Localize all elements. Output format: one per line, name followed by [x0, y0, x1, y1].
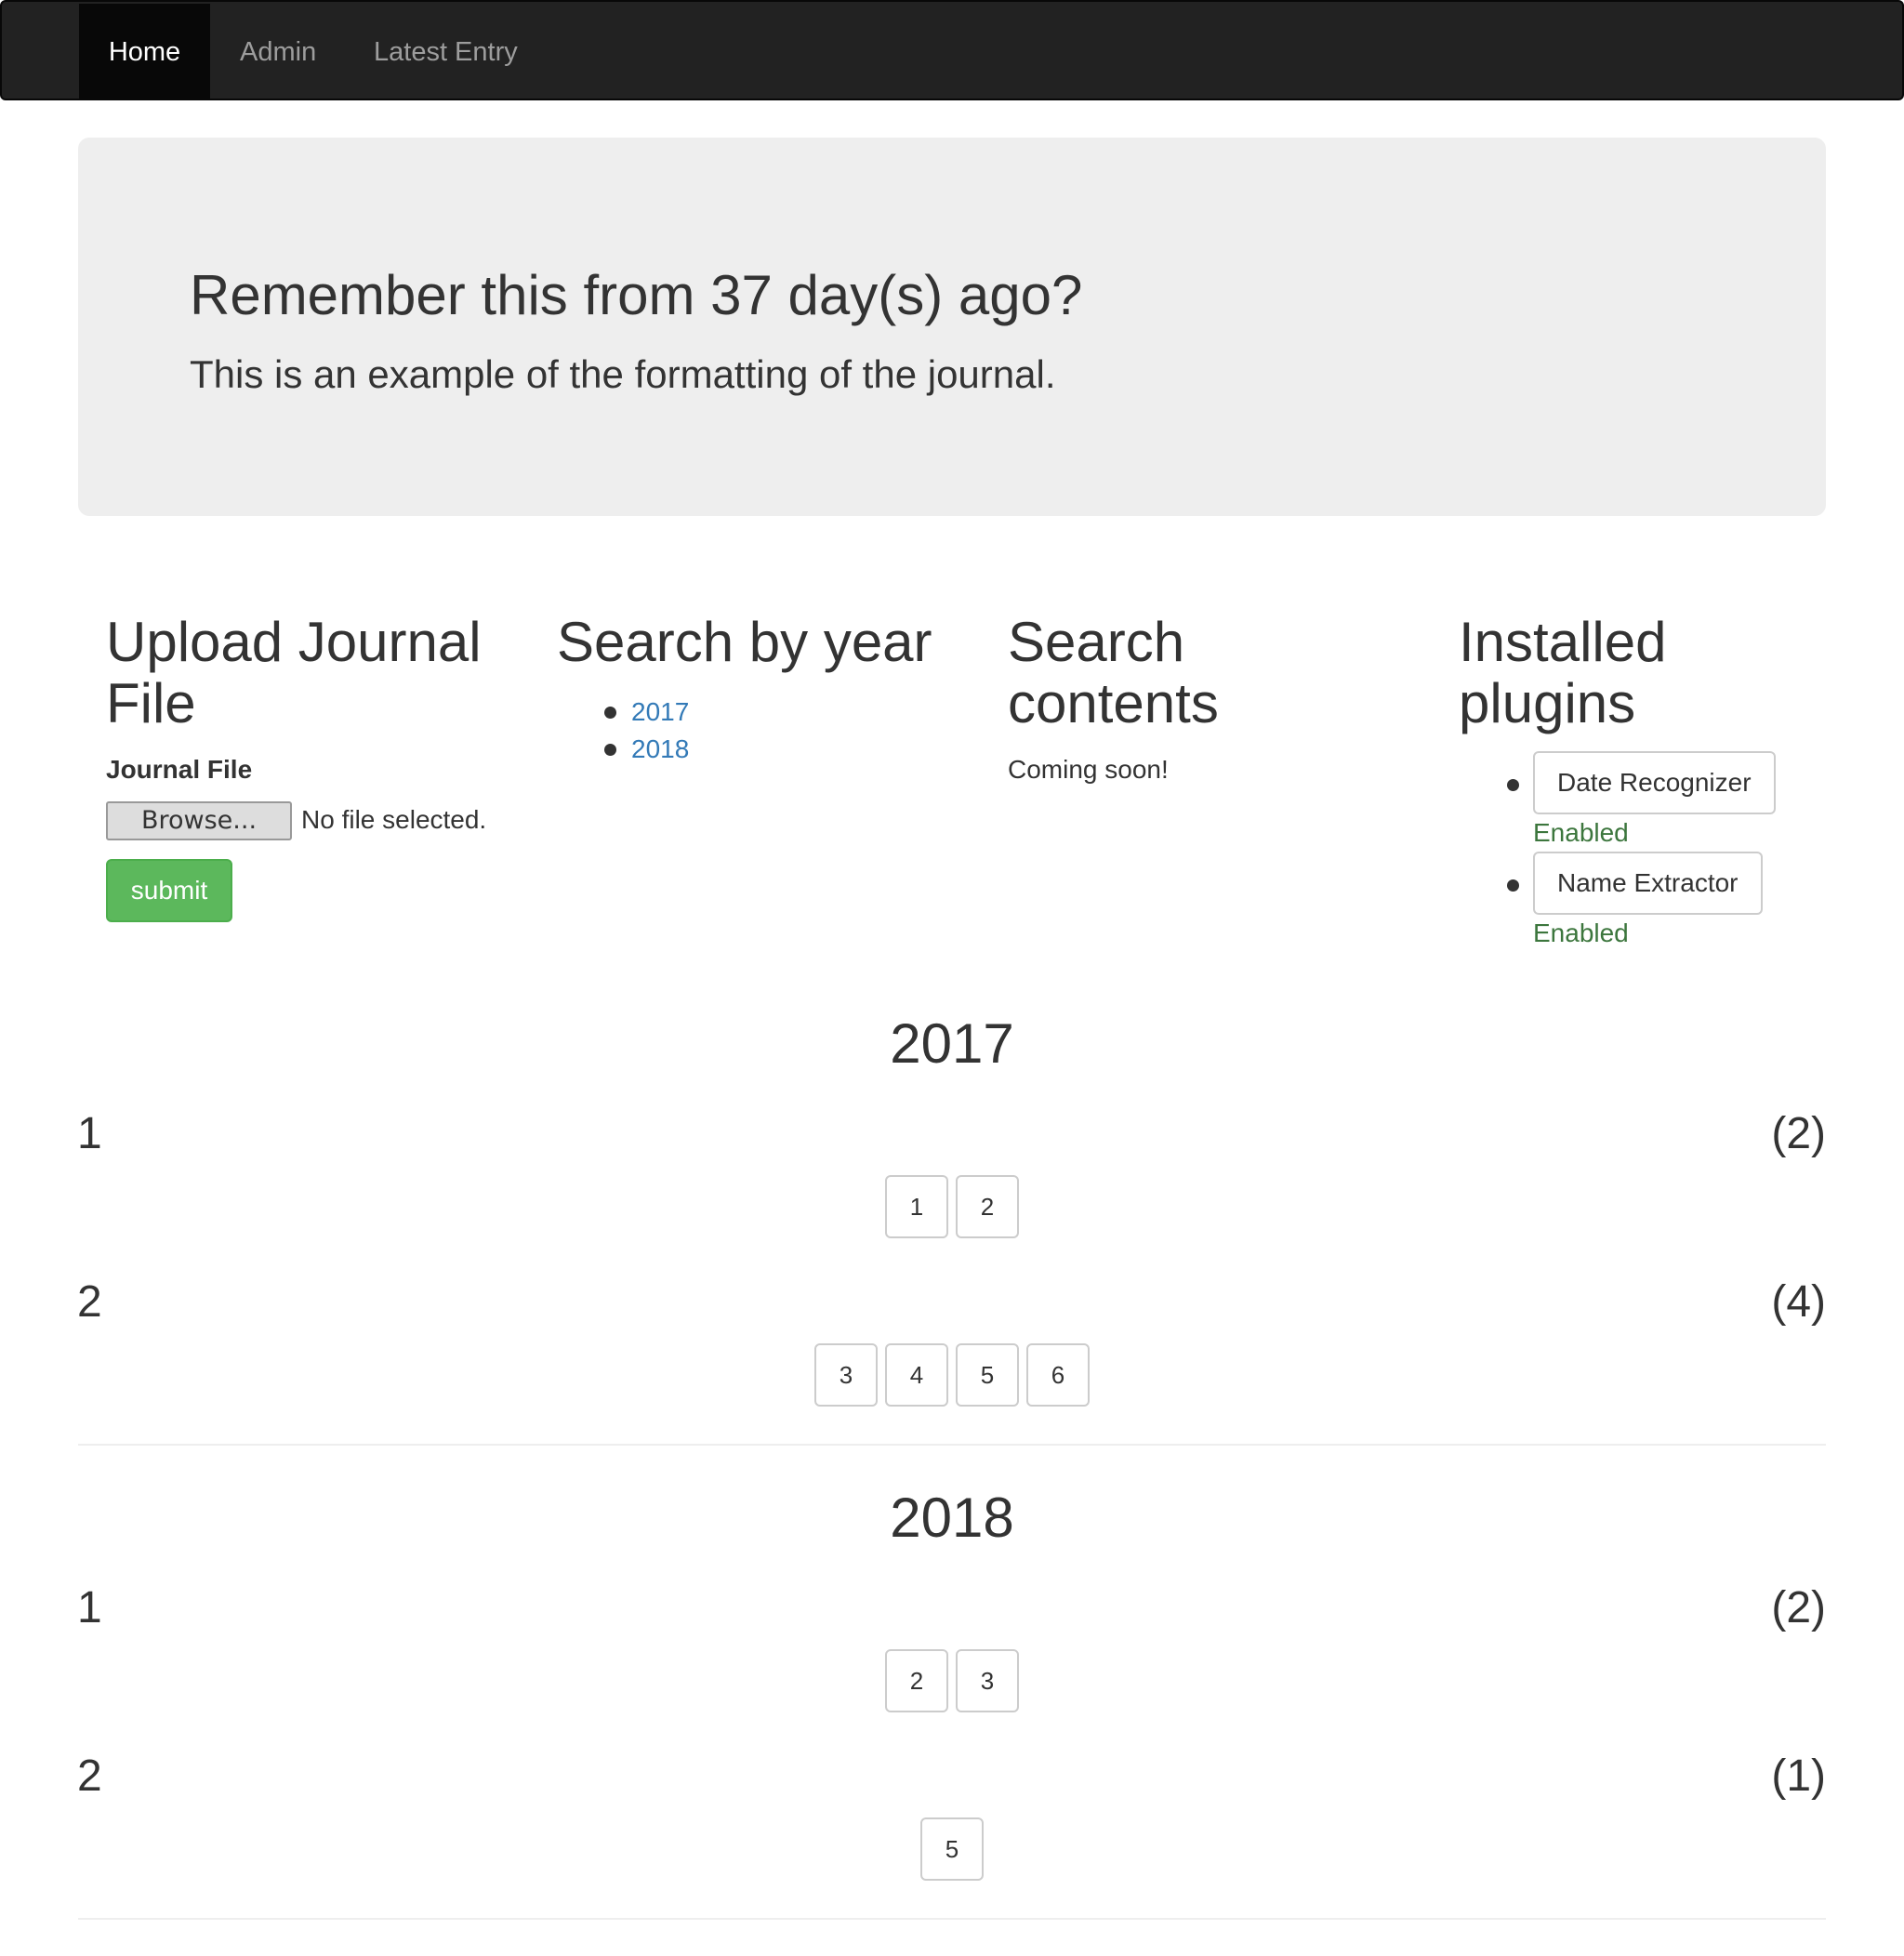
- plugins-heading: Installed plugins: [1459, 611, 1667, 734]
- day-button[interactable]: 2: [956, 1175, 1019, 1238]
- nav-admin-link[interactable]: Admin: [210, 4, 346, 100]
- top-navbar: Home Admin Latest Entry: [0, 0, 1904, 100]
- bullet-icon: [1507, 879, 1519, 892]
- plugin-status: Enabled: [1533, 818, 1629, 847]
- month-entry-count: (1): [1771, 1751, 1826, 1801]
- upload-heading: Upload Journal File: [106, 611, 482, 734]
- month-entry-count: (2): [1771, 1109, 1826, 1158]
- day-button[interactable]: 3: [814, 1343, 878, 1407]
- nav-latest-entry-link[interactable]: Latest Entry: [344, 4, 548, 100]
- memory-text: This is an example of the formatting of …: [190, 352, 1056, 396]
- year-list-item: 2018: [557, 731, 689, 768]
- day-button[interactable]: 1: [885, 1175, 948, 1238]
- day-button-row: 5: [0, 1817, 1904, 1881]
- year-link-2017[interactable]: 2017: [631, 697, 689, 726]
- plugin-item: Date Recognizer Enabled: [1459, 751, 1831, 852]
- day-button-row: 2 3: [0, 1649, 1904, 1712]
- archive-year-heading: 2018: [890, 1487, 1014, 1549]
- day-button[interactable]: 5: [956, 1343, 1019, 1407]
- search-year-heading: Search by year: [557, 611, 932, 673]
- memory-title: Remember this from 37 day(s) ago?: [190, 264, 1083, 326]
- memory-jumbotron: Remember this from 37 day(s) ago? This i…: [78, 138, 1826, 516]
- nav-home-link[interactable]: Home: [79, 4, 210, 100]
- month-entry-count: (4): [1771, 1277, 1826, 1327]
- day-button[interactable]: 6: [1026, 1343, 1090, 1407]
- day-button[interactable]: 4: [885, 1343, 948, 1407]
- day-button-row: 1 2: [0, 1175, 1904, 1238]
- plugin-item: Name Extractor Enabled: [1459, 852, 1831, 952]
- installed-plugins-section: Installed plugins Date Recognizer Enabled…: [1459, 611, 1886, 947]
- browse-file-button[interactable]: Browse...: [106, 801, 292, 840]
- month-number: 1: [77, 1109, 102, 1158]
- day-button[interactable]: 2: [885, 1649, 948, 1712]
- plugin-name-extractor-button[interactable]: Name Extractor: [1533, 852, 1763, 915]
- year-list: 2017 2018: [557, 694, 689, 768]
- search-contents-section: Search contents Coming soon!: [1008, 611, 1435, 785]
- day-button-row: 3 4 5 6: [0, 1343, 1904, 1407]
- year-link-2018[interactable]: 2018: [631, 734, 689, 763]
- file-status-text: No file selected.: [301, 805, 487, 834]
- year-divider: [78, 1444, 1826, 1446]
- month-number: 1: [77, 1583, 102, 1632]
- year-divider: [78, 1918, 1826, 1920]
- submit-button[interactable]: submit: [106, 859, 232, 922]
- month-number: 2: [77, 1751, 102, 1801]
- month-number: 2: [77, 1277, 102, 1327]
- bullet-icon: [604, 744, 616, 756]
- month-entry-count: (2): [1771, 1583, 1826, 1632]
- upload-journal-section: Upload Journal File Journal File Browse..…: [106, 611, 534, 922]
- bullet-icon: [604, 707, 616, 719]
- plugin-date-recognizer-button[interactable]: Date Recognizer: [1533, 751, 1776, 814]
- year-list-item: 2017: [557, 694, 689, 731]
- day-button[interactable]: 3: [956, 1649, 1019, 1712]
- search-by-year-section: Search by year 2017 2018: [557, 611, 985, 764]
- archive-year-heading: 2017: [890, 1012, 1014, 1075]
- plugin-status: Enabled: [1533, 919, 1629, 947]
- journal-file-label: Journal File: [106, 755, 253, 784]
- coming-soon-text: Coming soon!: [1008, 755, 1169, 784]
- search-contents-heading: Search contents: [1008, 611, 1219, 734]
- day-button[interactable]: 5: [920, 1817, 984, 1881]
- bullet-icon: [1507, 779, 1519, 791]
